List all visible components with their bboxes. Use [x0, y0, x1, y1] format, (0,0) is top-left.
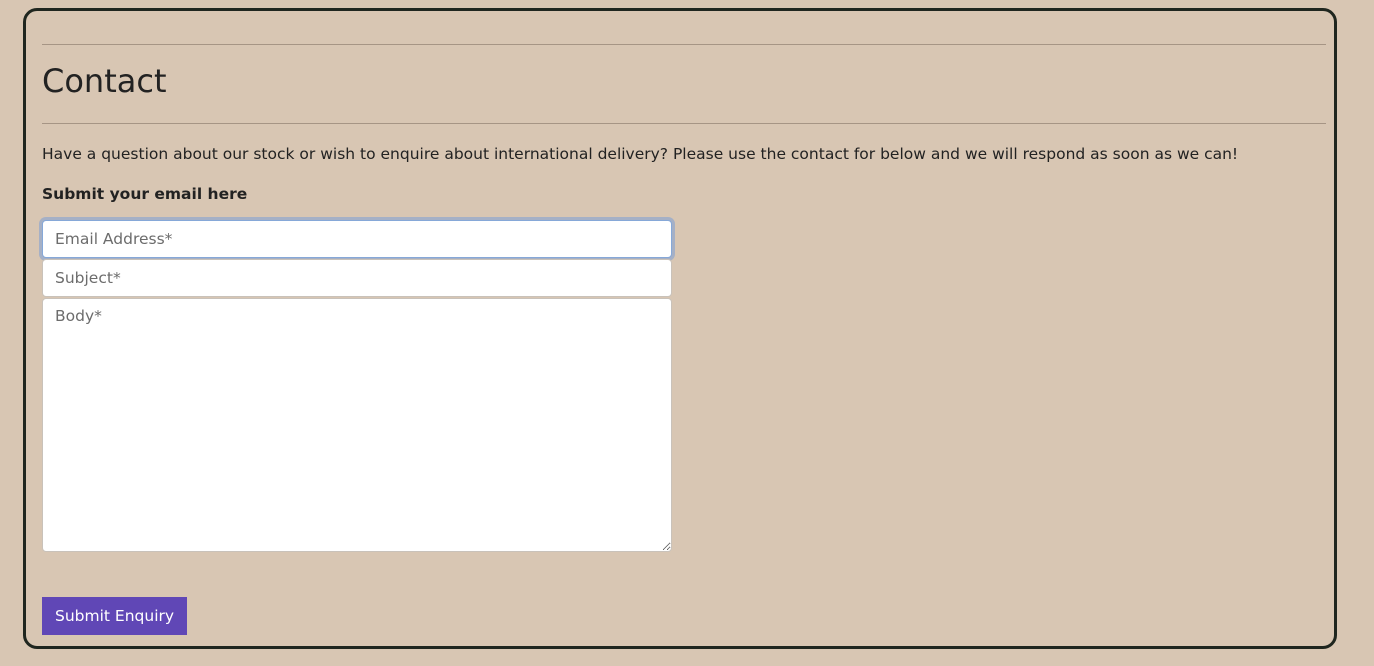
intro-text: Have a question about our stock or wish …	[42, 145, 1239, 163]
email-field[interactable]	[42, 220, 672, 258]
title-divider	[42, 123, 1326, 124]
page-title: Contact	[42, 62, 167, 100]
top-divider	[42, 44, 1326, 45]
subject-field[interactable]	[42, 259, 672, 297]
submit-enquiry-button[interactable]: Submit Enquiry	[42, 597, 188, 635]
form-heading: Submit your email here	[42, 185, 248, 203]
contact-card: Contact Have a question about our stock …	[23, 8, 1337, 649]
body-textarea[interactable]	[42, 298, 672, 552]
